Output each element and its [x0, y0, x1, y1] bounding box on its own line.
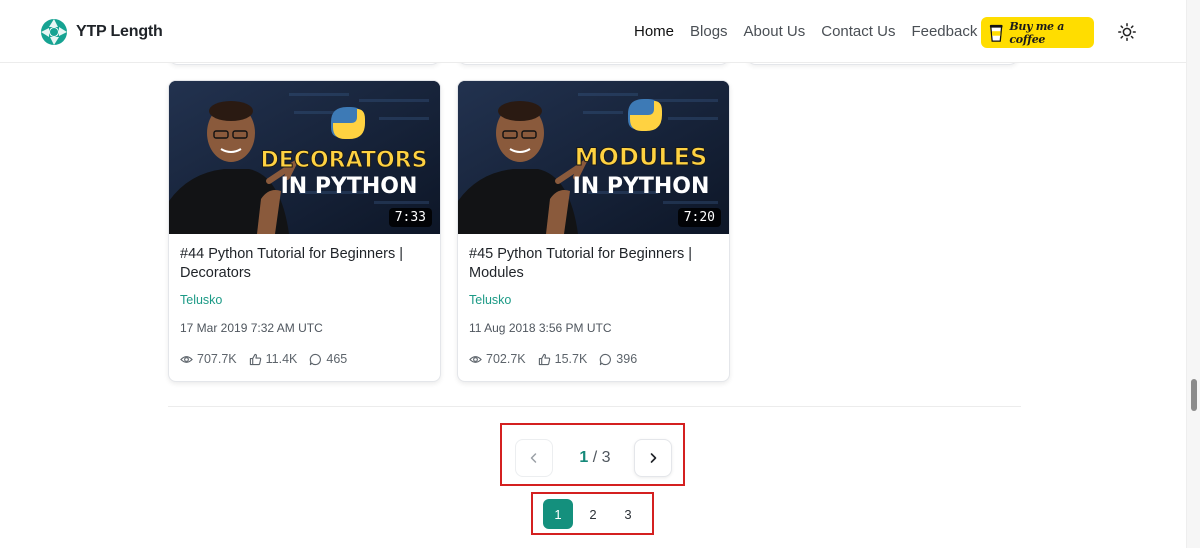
page-number-list: 1 2 3	[531, 492, 654, 535]
brand-logo[interactable]: YTP Length	[40, 18, 163, 46]
eye-icon	[469, 355, 482, 363]
page-button-1[interactable]: 1	[543, 499, 573, 529]
video-card[interactable]: DECORATORS IN PYTHON 7:33 #44 Python Tut…	[168, 80, 441, 382]
video-thumbnail[interactable]: DECORATORS IN PYTHON 7:33	[169, 81, 440, 234]
video-duration: 7:20	[677, 208, 721, 227]
likes-stat: 11.4K	[249, 352, 298, 366]
publish-date: 17 Mar 2019 7:32 AM UTC	[180, 321, 323, 335]
next-page-button[interactable]	[634, 439, 672, 477]
page-button-3[interactable]: 3	[613, 499, 643, 529]
views-count: 707.7K	[197, 352, 237, 366]
sun-icon[interactable]	[1118, 23, 1136, 41]
eye-icon	[180, 355, 193, 363]
publish-date: 11 Aug 2018 3:56 PM UTC	[469, 321, 612, 335]
thumbs-up-icon	[249, 353, 261, 365]
total-pages: 3	[601, 449, 611, 466]
comments-count: 396	[616, 352, 638, 366]
thumb-title-line1: MODULES	[575, 143, 708, 171]
comments-stat: 396	[599, 352, 637, 366]
views-stat: 702.7K	[469, 352, 526, 366]
video-title[interactable]: #45 Python Tutorial for Beginners | Modu…	[469, 245, 718, 283]
scrollbar-thumb[interactable]	[1191, 379, 1197, 411]
video-thumbnail[interactable]: MODULES IN PYTHON 7:20	[458, 81, 729, 234]
likes-count: 15.7K	[554, 352, 588, 366]
page-button-2[interactable]: 2	[578, 499, 608, 529]
main-nav: Home Blogs About Us Contact Us Feedback	[634, 23, 993, 40]
current-page: 1	[579, 449, 589, 466]
likes-stat: 15.7K	[538, 352, 588, 366]
thumb-title-line2: IN PYTHON	[573, 174, 710, 199]
video-card[interactable]: MODULES IN PYTHON 7:20 #45 Python Tutori…	[457, 80, 730, 382]
buy-me-a-coffee-button[interactable]: Buy me a coffee	[981, 17, 1094, 48]
nav-blogs[interactable]: Blogs	[690, 23, 728, 40]
nav-about-us[interactable]: About Us	[744, 23, 806, 40]
vertical-scrollbar[interactable]	[1186, 0, 1200, 548]
views-stat: 707.7K	[180, 352, 237, 366]
views-count: 702.7K	[486, 352, 526, 366]
brand-name: YTP Length	[76, 23, 163, 40]
thumb-title-line1: DECORATORS	[261, 148, 428, 173]
video-stats: 702.7K 15.7K 396	[469, 352, 718, 366]
page-indicator: 1 / 3	[558, 449, 632, 467]
nav-contact-us[interactable]: Contact Us	[821, 23, 895, 40]
likes-count: 11.4K	[265, 352, 298, 366]
nav-feedback[interactable]: Feedback	[911, 23, 977, 40]
thumb-title-line2: IN PYTHON	[281, 174, 418, 199]
section-divider	[168, 406, 1021, 407]
comment-icon	[310, 353, 322, 365]
coffee-label: Buy me a coffee	[1009, 19, 1065, 46]
chevron-right-icon	[650, 453, 657, 463]
channel-link[interactable]: Telusko	[469, 293, 718, 307]
comment-icon	[600, 353, 612, 365]
aperture-logo-icon	[41, 19, 67, 45]
site-header: YTP Length Home Blogs About Us Contact U…	[0, 0, 1186, 63]
previous-page-button[interactable]	[515, 439, 553, 477]
nav-home[interactable]: Home	[634, 23, 674, 40]
video-duration: 7:33	[388, 208, 432, 227]
pagination-controls: 1 / 3	[500, 423, 685, 486]
channel-link[interactable]: Telusko	[180, 293, 429, 307]
video-stats: 707.7K 11.4K 465	[180, 352, 429, 366]
comments-stat: 465	[309, 352, 347, 366]
thumbs-up-icon	[538, 353, 550, 365]
comments-count: 465	[326, 352, 348, 366]
chevron-left-icon	[530, 453, 537, 463]
page-separator: /	[592, 449, 598, 466]
coffee-cup-icon	[989, 24, 1003, 42]
video-title[interactable]: #44 Python Tutorial for Beginners | Deco…	[180, 245, 429, 283]
